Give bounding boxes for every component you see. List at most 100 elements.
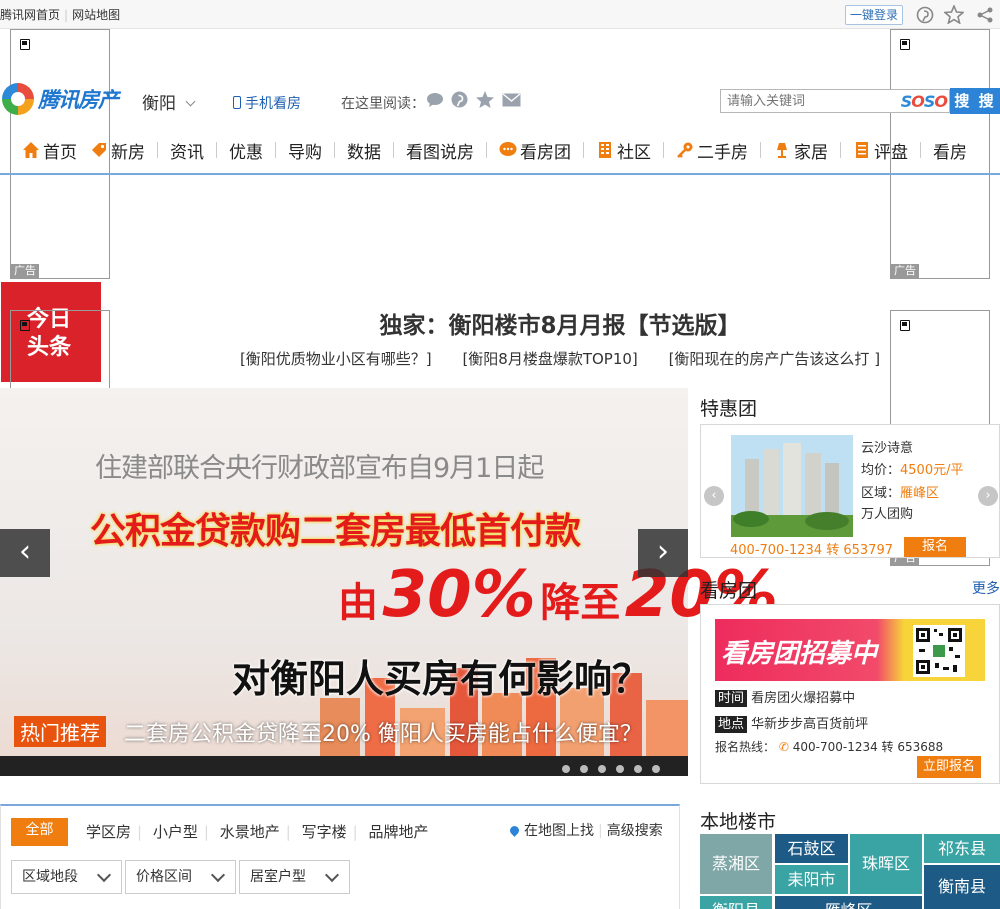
time-value: 看房团火爆招募中 (751, 691, 856, 706)
nav-item-home-decor[interactable]: 家居 (773, 138, 828, 163)
select-label: 区域地段 (22, 869, 78, 885)
banner-line3-a: 由 (338, 580, 378, 626)
read-here: 在这里阅读： (341, 93, 425, 113)
headline-title[interactable]: 独家：衡阳楼市8月月报【节选版】 (190, 306, 930, 340)
special-next-button[interactable]: › (978, 486, 998, 506)
chat-icon[interactable] (426, 92, 444, 108)
logo-text: 腾讯房产 (38, 88, 119, 112)
place-value: 华新步步高百货前坪 (751, 717, 869, 732)
tab-waterfront[interactable]: 水景地产 (220, 823, 280, 841)
special-prev-button[interactable]: ‹ (704, 486, 724, 506)
nav-label: 新房 (111, 142, 145, 163)
nav-item-view-house[interactable]: 看房 (933, 138, 967, 163)
carousel-dot[interactable] (652, 765, 660, 773)
district-grid: 蒸湘区 石鼓区 耒阳市 珠晖区 祁东县 衡南县 衡阳县 雁峰区 (700, 834, 1000, 909)
nav-divider (157, 142, 158, 158)
select-label: 价格区间 (136, 869, 192, 885)
hotline-label: 报名热线： (715, 740, 776, 754)
district-yanfeng[interactable]: 雁峰区 (775, 896, 922, 909)
phone-icon: ✆ (778, 740, 789, 754)
nav-divider (275, 142, 276, 158)
search-input[interactable] (721, 90, 891, 112)
district-qidong[interactable]: 祁东县 (924, 834, 1000, 863)
nav-label: 看房团 (520, 142, 571, 163)
district-zhuhui[interactable]: 珠晖区 (850, 834, 922, 894)
tab-office[interactable]: 写字楼 (302, 823, 347, 841)
nav-item-review[interactable]: 评盘 (853, 138, 908, 163)
project-name[interactable]: 云沙诗意 (861, 437, 913, 456)
area-select[interactable]: 区域地段 (11, 860, 122, 894)
project-photo[interactable] (731, 435, 853, 537)
tour-place-row: 地点 华新步步高百货前坪 (715, 713, 869, 733)
headline-link[interactable]: [衡阳优质物业小区有哪些？] (240, 350, 432, 368)
special-hotline: 400-700-1234 转 653797 (730, 543, 893, 558)
mobile-view-link[interactable]: 手机看房 (233, 93, 301, 113)
tour-signup-button[interactable]: 立即报名 (917, 756, 981, 778)
nav-item-guide[interactable]: 导购 (288, 138, 322, 163)
city-selector[interactable]: 衡阳 (142, 89, 196, 114)
tab-small-unit[interactable]: 小户型 (153, 823, 198, 841)
soso-logo: SOSO (900, 92, 948, 111)
nav-label: 评盘 (874, 142, 908, 163)
carousel-prev-button[interactable]: ‹ (0, 529, 50, 577)
pinterest-icon[interactable] (916, 6, 934, 24)
carousel-dot[interactable] (616, 765, 624, 773)
banner-line3-c: 降至 (540, 580, 621, 626)
search-button[interactable]: 搜 搜 (950, 88, 1000, 114)
nav-item-data[interactable]: 数据 (347, 138, 381, 163)
district-hengyang-county[interactable]: 衡阳县 (700, 896, 772, 909)
star-icon[interactable] (475, 90, 495, 109)
headline-links: [衡阳优质物业小区有哪些？] [衡阳8月楼盘爆款TOP10] [衡阳现在的房产广… (190, 348, 930, 369)
mail-icon[interactable] (502, 93, 521, 107)
district-zhengxiang[interactable]: 蒸湘区 (700, 834, 772, 894)
map-search-link[interactable]: 在地图上找 | 高级搜索 (508, 820, 663, 840)
tab-school-district[interactable]: 学区房 (86, 823, 131, 841)
mobile-view-label: 手机看房 (245, 96, 301, 112)
district-hengnan[interactable]: 衡南县 (924, 865, 1000, 909)
hotline-value: 400-700-1234 转 653688 (792, 740, 944, 754)
pinterest-icon[interactable] (451, 91, 468, 108)
tour-recruit-banner[interactable]: 看房团招募中 (715, 619, 985, 681)
price-select[interactable]: 价格区间 (125, 860, 236, 894)
more-link[interactable]: 更多 (972, 578, 1000, 598)
headline-link[interactable]: [衡阳现在的房产广告该这么打 ] (669, 350, 880, 368)
district-leiyang[interactable]: 耒阳市 (775, 865, 848, 894)
hero-carousel[interactable]: 住建部联合央行财政部宣布自9月1日起 公积金贷款购二套房最低首付款 由 30% … (0, 388, 778, 776)
tab-brand[interactable]: 品牌地产 (368, 823, 428, 841)
sitemap-link[interactable]: 网站地图 (72, 8, 120, 22)
carousel-dot[interactable] (562, 765, 570, 773)
tencent-house-logo[interactable]: 腾讯房产 (2, 82, 119, 116)
nav-item-new-house[interactable]: 新房 (90, 138, 145, 163)
advanced-search-link[interactable]: 高级搜索 (607, 823, 663, 839)
special-signup-button[interactable]: 报名 (904, 537, 966, 557)
banner-caption[interactable]: 二套房公积金贷降至20% 衡阳人买房能占什么便宜？ (124, 716, 642, 748)
carousel-dot[interactable] (598, 765, 606, 773)
carousel-dot[interactable] (634, 765, 642, 773)
home-icon (23, 142, 39, 158)
star-icon[interactable] (944, 5, 964, 24)
carousel-dot[interactable] (580, 765, 588, 773)
one-click-login-button[interactable]: 一键登录 (845, 5, 903, 25)
room-type-select[interactable]: 居室户型 (239, 860, 350, 894)
nav-item-picture-talk[interactable]: 看图说房 (406, 138, 474, 163)
chevron-down-icon (210, 867, 226, 883)
banner-line3-b: 30% (382, 558, 536, 632)
nav-item-home[interactable]: 首页 (22, 138, 77, 163)
top-links: 腾讯网首页 | 网站地图 (0, 6, 120, 23)
tencent-home-link[interactable]: 腾讯网首页 (0, 8, 60, 22)
share-icon[interactable] (975, 6, 995, 24)
special-group-card: ‹ › 云沙诗意 均价：4500元/平 区域：雁峰区 万人团购 400-700-… (700, 424, 1000, 558)
nav-label: 社区 (617, 142, 651, 163)
tab-all[interactable]: 全部 (11, 818, 68, 846)
district-shigu[interactable]: 石鼓区 (775, 834, 848, 863)
chat-bubble-icon (499, 142, 517, 156)
nav-item-tour-group[interactable]: 看房团 (499, 138, 571, 163)
location-pin-icon (508, 824, 521, 837)
chevron-down-icon (185, 96, 196, 107)
nav-item-news[interactable]: 资讯 (170, 138, 204, 163)
headline-link[interactable]: [衡阳8月楼盘爆款TOP10] (462, 350, 637, 368)
carousel-next-button[interactable]: › (638, 529, 688, 577)
nav-item-community[interactable]: 社区 (596, 138, 651, 163)
nav-item-discount[interactable]: 优惠 (229, 138, 263, 163)
nav-item-second-hand[interactable]: 二手房 (676, 138, 748, 163)
